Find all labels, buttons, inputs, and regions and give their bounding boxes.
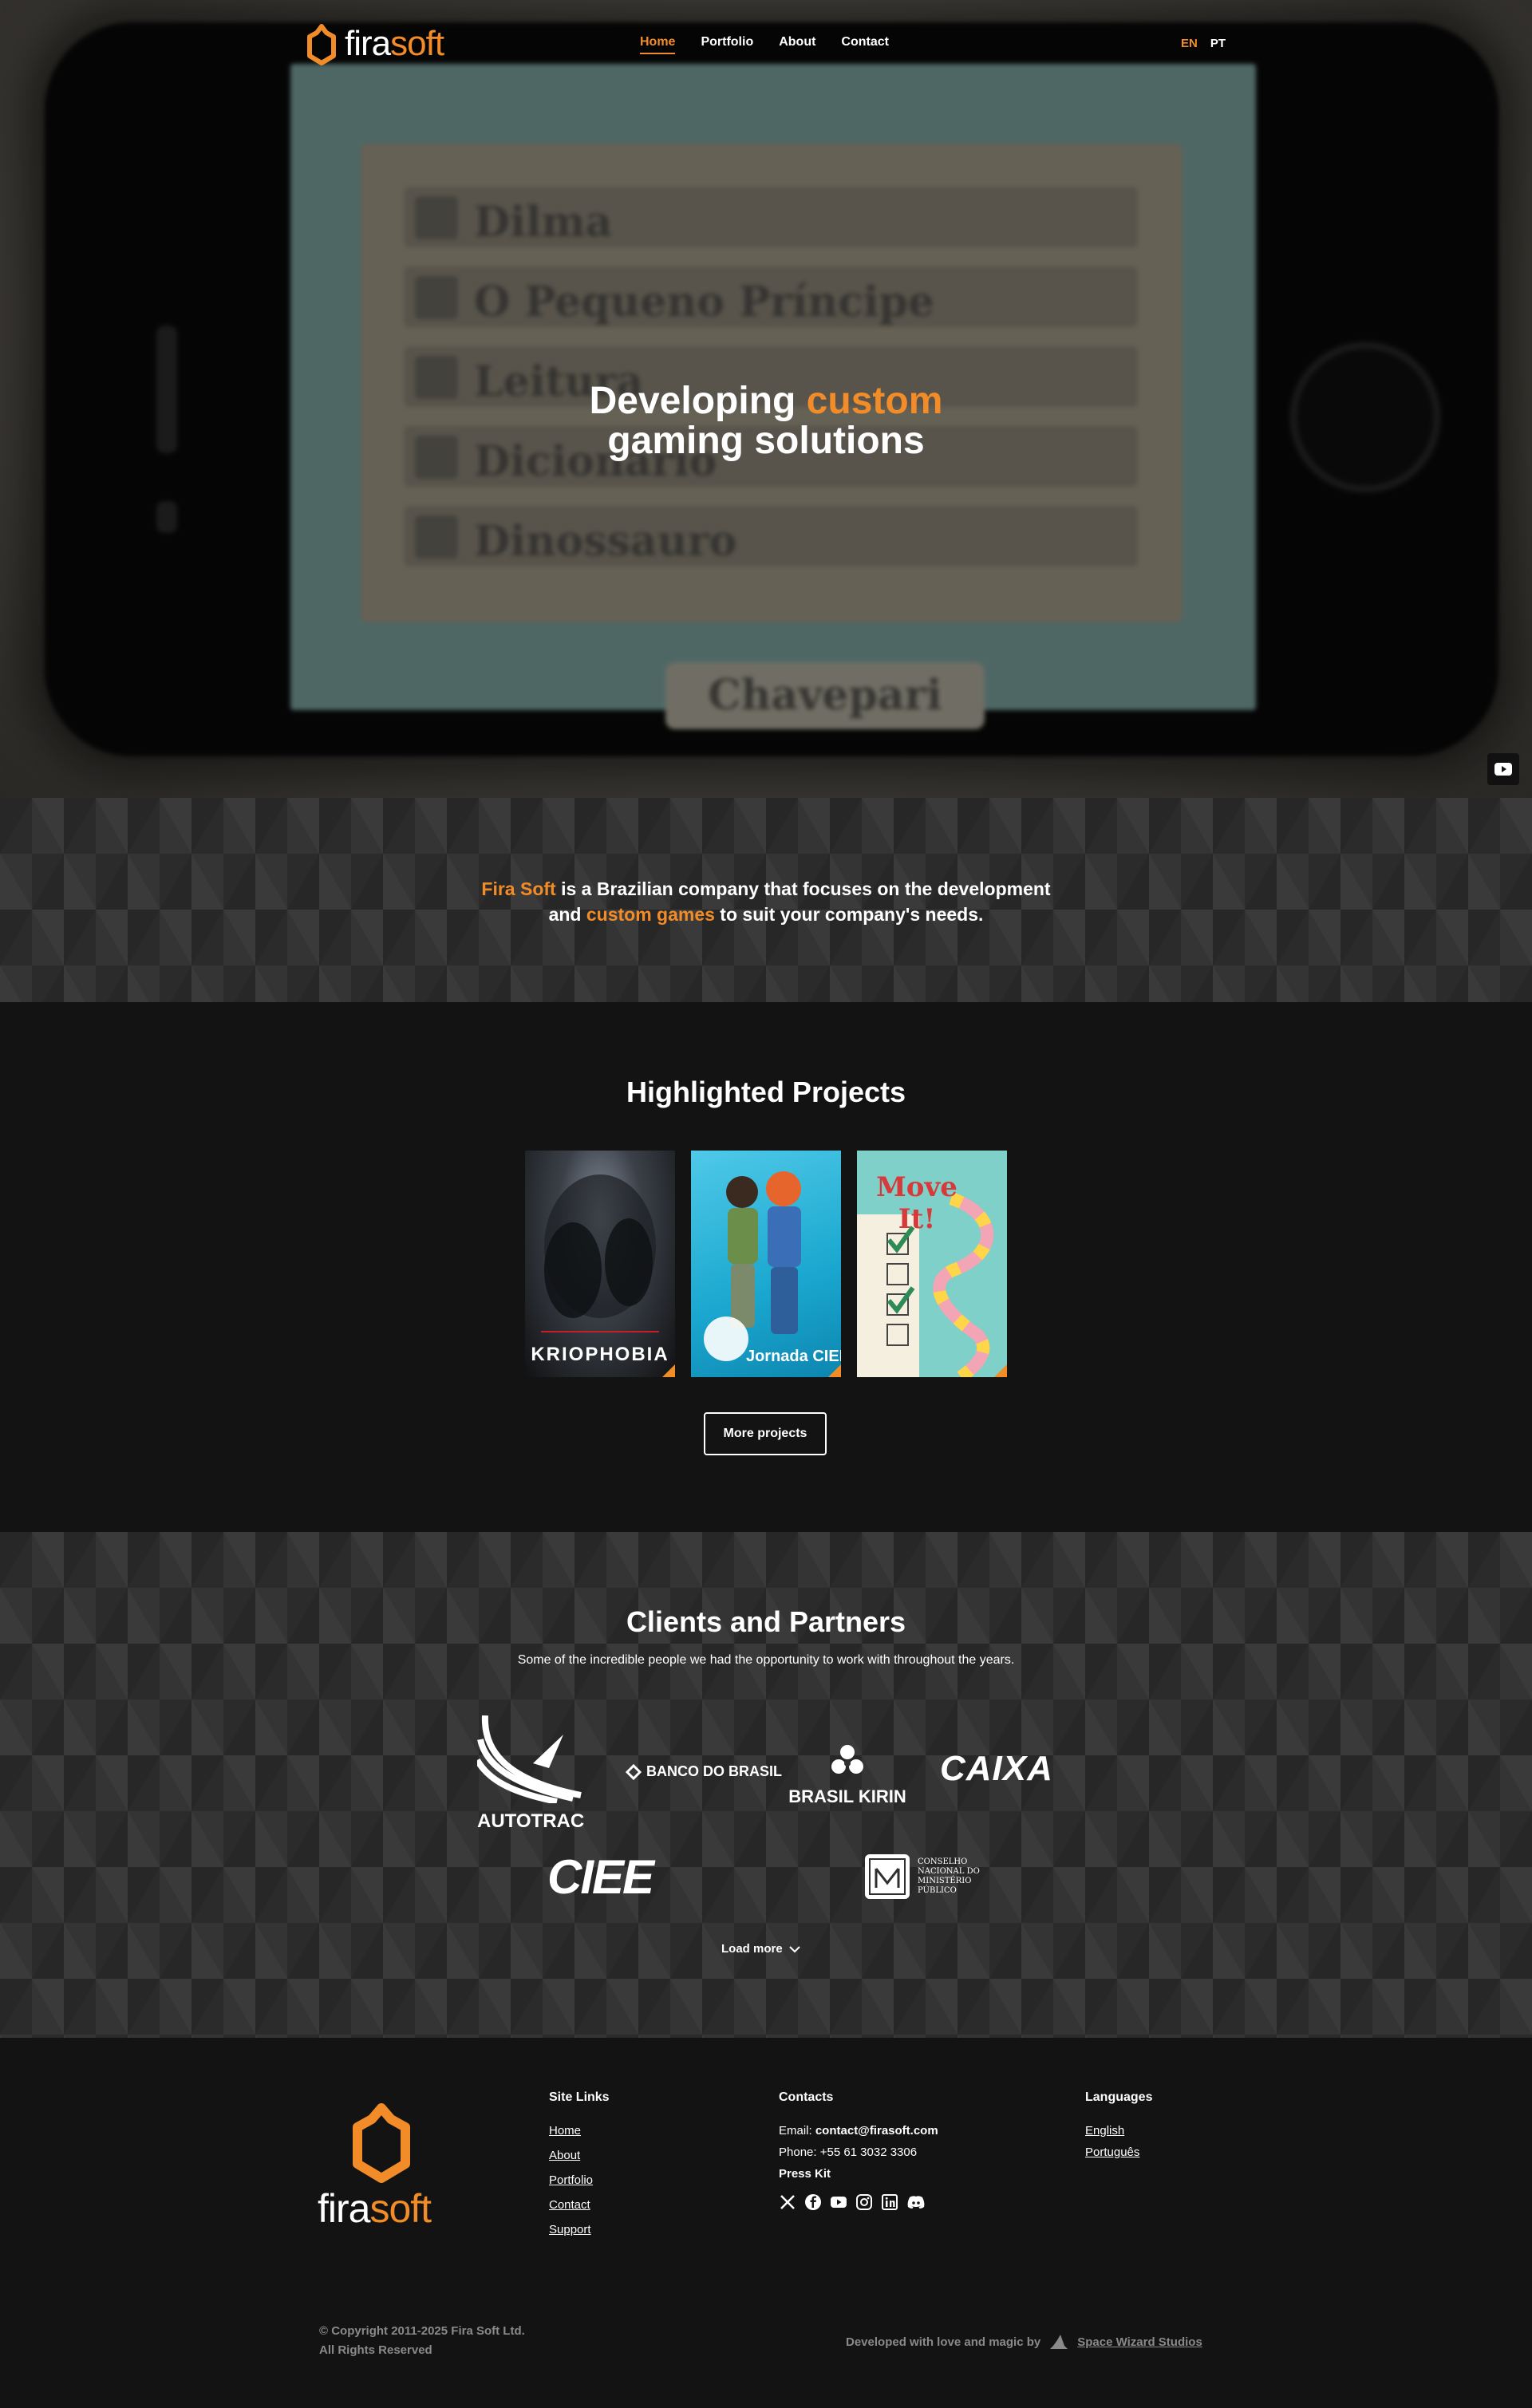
footer-link-home[interactable]: Home xyxy=(549,2124,610,2138)
footer-lang-english[interactable]: English xyxy=(1085,2124,1152,2138)
clients-title: Clients and Partners xyxy=(626,1605,906,1638)
space-wizard-studios-link[interactable]: Space Wizard Studios xyxy=(1077,2335,1202,2349)
page: Dilma O Pequeno Príncipe Leitura Dicioná… xyxy=(0,0,1532,2408)
footer-site-links-title: Site Links xyxy=(549,2090,610,2104)
top-navbar: firasoft Home Portfolio About Contact EN… xyxy=(0,0,1532,89)
instagram-icon[interactable] xyxy=(855,2193,873,2211)
jornada-ciee-art xyxy=(704,1171,841,1377)
hero-title: Developing custom gaming solutions xyxy=(589,380,943,462)
x-icon[interactable] xyxy=(779,2193,796,2211)
more-projects-button[interactable]: More projects xyxy=(704,1412,827,1455)
clients-section: Clients and Partners Some of the incredi… xyxy=(0,1532,1532,2038)
copyright: © Copyright 2011-2025 Fira Soft Ltd. All… xyxy=(319,2324,525,2357)
load-more-button[interactable]: Load more xyxy=(721,1942,800,1956)
footer-email: Email: contact@firasoft.com xyxy=(779,2124,938,2138)
footer-wordmark: firasoft xyxy=(318,2186,432,2231)
nav-portfolio-link[interactable]: Portfolio xyxy=(701,35,753,54)
discord-icon[interactable] xyxy=(906,2193,926,2211)
nav-home-link[interactable]: Home xyxy=(640,35,676,54)
facebook-icon[interactable] xyxy=(804,2193,822,2211)
footer-press-kit[interactable]: Press Kit xyxy=(779,2167,938,2181)
lang-en-link[interactable]: EN xyxy=(1181,37,1198,50)
language-switcher: EN PT xyxy=(1181,37,1226,50)
logo-wordmark: firasoft xyxy=(345,24,444,63)
brasil-kirin-icon xyxy=(831,1745,863,1774)
client-logo-cnmp: CONSELHO NACIONAL DO MINISTÉRIO PÚBLICO xyxy=(863,1853,989,1901)
cnmp-icon xyxy=(865,1854,910,1899)
footer-contacts: Contacts Email: contact@firasoft.com Pho… xyxy=(779,2090,938,2211)
project-card-label: Jornada CIEE xyxy=(745,1348,841,1365)
footer-link-about[interactable]: About xyxy=(549,2149,610,2162)
youtube-float-button[interactable] xyxy=(1487,753,1519,785)
footer-site-links: Site Links Home About Portfolio Contact … xyxy=(549,2090,610,2248)
about-section: Fira Soft is a Brazilian company that fo… xyxy=(0,798,1532,1002)
linkedin-icon[interactable] xyxy=(881,2193,898,2211)
lang-pt-link[interactable]: PT xyxy=(1210,37,1226,50)
client-logo-banco-do-brasil: BANCO DO BRASIL xyxy=(626,1763,782,1780)
banco-do-brasil-icon xyxy=(626,1763,642,1780)
footer-languages-title: Languages xyxy=(1085,2090,1153,2104)
project-card-jornada-ciee[interactable]: Jornada CIEE xyxy=(691,1151,841,1377)
logo-mark-icon xyxy=(353,2103,410,2183)
about-text: Fira Soft is a Brazilian company that fo… xyxy=(481,878,1051,925)
logo-mark-icon xyxy=(307,24,336,65)
developer-credit: Developed with love and magic by Space W… xyxy=(846,2333,1202,2351)
autotrac-icon xyxy=(474,1715,582,1805)
project-cards: KRIOPHOBIA Jornada CIEE Move It! xyxy=(525,1151,1007,1377)
client-logo-autotrac: AUTOTRAC xyxy=(474,1715,589,1832)
client-logo-brasil-kirin: BRASIL KIRIN xyxy=(784,1743,911,1807)
project-card-kriophobia[interactable]: KRIOPHOBIA xyxy=(525,1151,675,1377)
footer-languages: Languages English Português xyxy=(1085,2090,1152,2170)
header-logo[interactable]: firasoft xyxy=(305,22,464,67)
projects-section: Highlighted Projects KRIOPHOBIA Jornada … xyxy=(0,1002,1532,1532)
project-card-label: KRIOPHOBIA xyxy=(531,1344,669,1365)
footer-contacts-title: Contacts xyxy=(779,2090,834,2104)
youtube-icon[interactable] xyxy=(830,2193,847,2211)
project-card-move-it[interactable]: Move It! xyxy=(857,1151,1007,1377)
site-footer: firasoft Site Links Home About Portfolio… xyxy=(0,2038,1532,2408)
nav-links: Home Portfolio About Contact xyxy=(640,35,914,54)
nav-about-link[interactable]: About xyxy=(779,35,815,54)
wizard-hat-icon xyxy=(1050,2335,1068,2349)
project-card-label: Move It! xyxy=(876,1171,958,1235)
clients-subtitle: Some of the incredible people we had the… xyxy=(517,1653,1015,1667)
footer-phone: Phone: +55 61 3032 3306 xyxy=(779,2145,918,2159)
footer-email-link[interactable]: contact@firasoft.com xyxy=(815,2124,938,2138)
hero-section: Dilma O Pequeno Príncipe Leitura Dicioná… xyxy=(0,0,1532,798)
social-icons xyxy=(779,2193,938,2211)
youtube-icon xyxy=(1494,763,1512,776)
client-logo-caixa: CAIXA xyxy=(940,1749,1053,1788)
footer-logo[interactable]: firasoft xyxy=(318,2103,447,2231)
nav-contact-link[interactable]: Contact xyxy=(841,35,889,54)
footer-link-portfolio[interactable]: Portfolio xyxy=(549,2173,610,2187)
footer-link-contact[interactable]: Contact xyxy=(549,2198,610,2212)
footer-link-support[interactable]: Support xyxy=(549,2223,610,2236)
client-logo-ciee: CIEE xyxy=(547,1850,654,1904)
footer-lang-portugues[interactable]: Português xyxy=(1085,2145,1152,2159)
chevron-down-icon xyxy=(788,1945,800,1952)
projects-title: Highlighted Projects xyxy=(626,1076,906,1108)
